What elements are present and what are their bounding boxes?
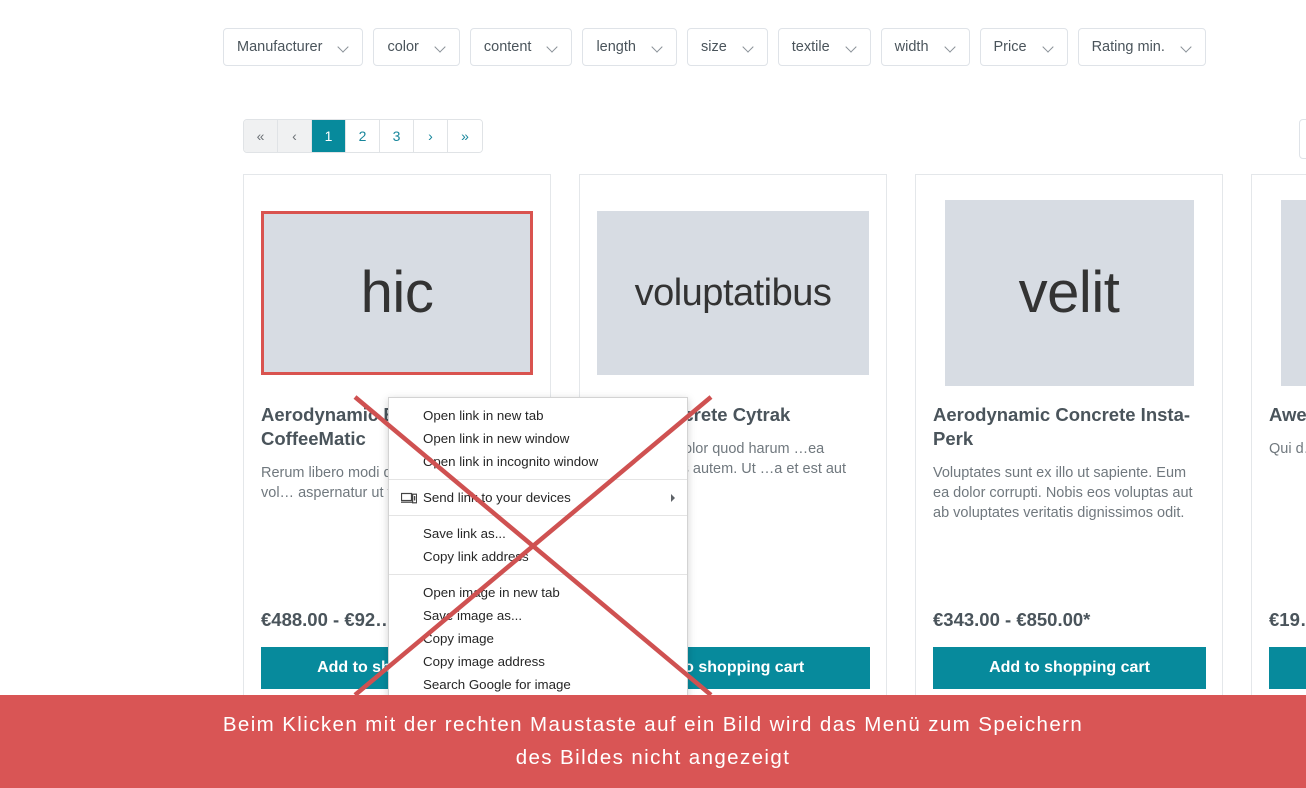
context-menu-item-open-link-new-tab[interactable]: Open link in new tab — [389, 404, 687, 427]
product-image[interactable]: s — [1280, 200, 1306, 386]
context-menu-item-label: Copy image address — [423, 654, 545, 669]
pagination-page-2[interactable]: 2 — [346, 120, 380, 152]
pagination: « ‹ 1 2 3 › » — [243, 119, 483, 153]
context-menu: Open link in new tab Open link in new wi… — [388, 397, 688, 703]
filter-length[interactable]: length — [582, 28, 677, 66]
product-card[interactable]: s Awe… Qui d… odit. … eveni… €19… — [1251, 174, 1306, 714]
chevron-down-icon — [743, 42, 754, 53]
devices-icon — [400, 491, 418, 505]
chevron-down-icon — [652, 42, 663, 53]
filter-label: length — [596, 39, 636, 55]
product-image-wrap: voluptatibus — [597, 193, 869, 393]
sorting-dropdown-partial[interactable] — [1299, 119, 1306, 159]
filter-label: Rating min. — [1091, 39, 1165, 55]
chevron-down-icon — [1181, 42, 1192, 53]
context-menu-item-label: Copy image — [423, 631, 494, 646]
product-title-line1: Aerodynamic B — [261, 404, 397, 425]
product-image-wrap: velit — [933, 193, 1205, 393]
pagination-page-1[interactable]: 1 — [312, 120, 346, 152]
context-menu-item-label: Search Google for image — [423, 677, 571, 692]
annotation-banner-line2: des Bildes nicht angezeigt — [515, 745, 791, 769]
product-description: Qui d… odit. … eveni… — [1269, 441, 1306, 458]
context-menu-item-save-link-as[interactable]: Save link as... — [389, 522, 687, 545]
product-title: Aerodynamic Concrete Insta-Perk — [933, 404, 1191, 450]
context-menu-item-label: Save link as... — [423, 526, 506, 541]
context-menu-item-open-link-incognito[interactable]: Open link in incognito window — [389, 450, 687, 473]
pagination-page-3[interactable]: 3 — [380, 120, 414, 152]
chevron-right-icon — [671, 493, 675, 502]
product-image-wrap: s — [1269, 193, 1306, 393]
pagination-prev[interactable]: ‹ — [278, 120, 312, 152]
product-title-line2: CoffeeMatic — [261, 428, 366, 450]
page-root: Manufacturer color content length size t… — [0, 0, 1306, 788]
annotation-banner: Beim Klicken mit der rechten Maustaste a… — [0, 695, 1306, 788]
context-menu-item-copy-image[interactable]: Copy image — [389, 627, 687, 650]
filter-width[interactable]: width — [880, 28, 970, 66]
context-menu-item-save-image-as[interactable]: Save image as... — [389, 604, 687, 627]
product-price: €488.00 - €92… — [261, 609, 394, 630]
chevron-down-icon — [945, 42, 956, 53]
context-menu-item-label: Open link in incognito window — [423, 454, 599, 469]
annotation-banner-line1: Beim Klicken mit der rechten Maustaste a… — [222, 712, 1084, 736]
context-menu-item-label: Open link in new tab — [423, 408, 544, 423]
filter-label: content — [483, 39, 532, 55]
context-menu-item-label: Open link in new window — [423, 431, 570, 446]
context-menu-item-open-image-new-tab[interactable]: Open image in new tab — [389, 581, 687, 604]
pagination-first[interactable]: « — [244, 120, 278, 152]
context-menu-item-open-link-new-window[interactable]: Open link in new window — [389, 427, 687, 450]
filter-color[interactable]: color — [373, 28, 460, 66]
filter-label: Price — [993, 39, 1027, 55]
context-menu-item-label: Open image in new tab — [423, 585, 560, 600]
filter-label: textile — [791, 39, 830, 55]
filter-rating-min[interactable]: Rating min. — [1077, 28, 1206, 66]
chevron-down-icon — [846, 42, 857, 53]
chevron-down-icon — [1043, 42, 1054, 53]
product-description: Voluptates sunt ex illo ut sapiente. Eum… — [933, 465, 1193, 522]
filter-label: size — [700, 39, 727, 55]
product-image[interactable]: hic — [261, 211, 533, 375]
context-menu-item-copy-image-address[interactable]: Copy image address — [389, 650, 687, 673]
filter-manufacturer[interactable]: Manufacturer — [223, 28, 364, 66]
product-image[interactable]: voluptatibus — [597, 211, 869, 375]
context-menu-item-label: Send link to your devices — [423, 490, 571, 505]
filter-size[interactable]: size — [686, 28, 768, 66]
filter-content[interactable]: content — [469, 28, 573, 66]
chevron-down-icon — [547, 42, 558, 53]
context-menu-item-copy-link-address[interactable]: Copy link address — [389, 545, 687, 568]
filter-label: width — [894, 39, 929, 55]
context-menu-separator — [389, 479, 687, 480]
chevron-down-icon — [435, 42, 446, 53]
context-menu-item-label: Copy link address — [423, 549, 529, 564]
context-menu-item-search-google-for-image[interactable]: Search Google for image — [389, 673, 687, 696]
pagination-last[interactable]: » — [448, 120, 482, 152]
filter-label: color — [387, 39, 419, 55]
context-menu-item-send-link-devices[interactable]: Send link to your devices — [389, 486, 687, 509]
filter-price[interactable]: Price — [979, 28, 1068, 66]
filter-textile[interactable]: textile — [777, 28, 871, 66]
context-menu-separator — [389, 515, 687, 516]
context-menu-separator — [389, 574, 687, 575]
product-image[interactable]: velit — [944, 200, 1194, 386]
product-price: €19… — [1269, 609, 1306, 630]
pagination-next[interactable]: › — [414, 120, 448, 152]
context-menu-item-label: Save image as... — [423, 608, 523, 623]
product-image-wrap: hic — [261, 193, 533, 393]
chevron-down-icon — [338, 42, 349, 53]
add-to-cart-button[interactable] — [1269, 647, 1306, 689]
add-to-cart-button[interactable]: Add to shopping cart — [933, 647, 1206, 689]
filter-label: Manufacturer — [237, 39, 323, 55]
product-price: €343.00 - €850.00* — [933, 609, 1091, 630]
product-card[interactable]: velit Aerodynamic Concrete Insta-Perk Vo… — [915, 174, 1223, 714]
product-title: Awe… — [1269, 404, 1306, 425]
filter-bar: Manufacturer color content length size t… — [223, 28, 1206, 66]
